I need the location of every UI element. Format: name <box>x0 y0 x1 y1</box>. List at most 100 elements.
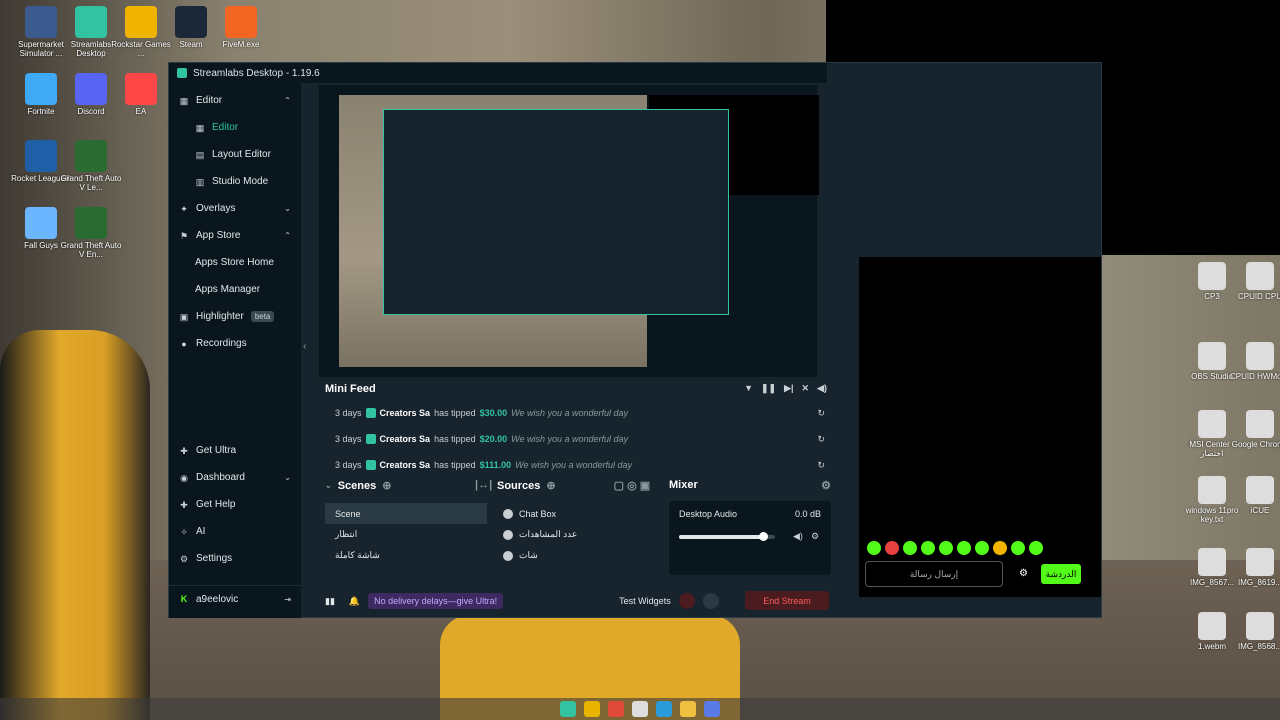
source-item[interactable]: عدد المشاهدات <box>497 524 655 545</box>
sidebar-item-label: Apps Manager <box>195 284 261 295</box>
filter-icon[interactable]: ▼ <box>744 383 753 394</box>
volume-slider-handle[interactable] <box>758 532 768 541</box>
sidebar-item[interactable]: ▤ Layout Editor <box>169 141 301 168</box>
mixer-settings-icon[interactable]: ⚙ <box>821 479 831 492</box>
source-item[interactable]: شات <box>497 545 655 566</box>
desktop-shortcut[interactable]: EA <box>108 73 174 116</box>
scene-item[interactable]: انتظار <box>325 524 487 545</box>
sidebar-item[interactable]: ▥ Studio Mode <box>169 168 301 195</box>
mute-icon[interactable]: ◀) <box>793 531 803 542</box>
chat-send-button[interactable]: الدردشة <box>1041 564 1081 584</box>
feed-time: 3 days <box>335 434 362 444</box>
source-item[interactable]: Chat Box <box>497 503 655 524</box>
help-icon: ✚ <box>180 499 188 510</box>
calendar-taskbar-icon[interactable] <box>632 701 648 717</box>
desktop-shortcut-label: iCUE <box>1250 506 1270 515</box>
desktop-shortcut[interactable]: Google Chrome <box>1230 410 1280 449</box>
emote-icon[interactable] <box>867 541 881 555</box>
sidebar-item[interactable]: ◉ Dashboard ⌄ <box>169 464 301 491</box>
scene-item[interactable]: Scene <box>325 503 487 524</box>
sidebar-item[interactable]: ✚ Get Help <box>169 491 301 518</box>
mute-alerts-icon[interactable]: ✕ <box>802 383 810 394</box>
source-tools-icon[interactable]: ▢ ◎ ▣ <box>614 479 651 492</box>
logout-icon[interactable]: ⇥ <box>284 595 291 604</box>
sidebar-item[interactable]: ✚ Get Ultra <box>169 437 301 464</box>
desktop-shortcut[interactable]: Grand Theft Auto V Le... <box>58 140 124 192</box>
beta-badge: beta <box>250 311 275 322</box>
app-taskbar-icon[interactable] <box>704 701 720 717</box>
sidebar-item[interactable]: ✧ AI <box>169 518 301 545</box>
emote-icon[interactable] <box>921 541 935 555</box>
add-source-icon[interactable]: ⊕ <box>546 479 555 492</box>
supermarket-icon <box>25 6 57 38</box>
add-scene-icon[interactable]: ⊕ <box>382 479 391 492</box>
discord-icon <box>75 73 107 105</box>
emote-icon[interactable] <box>1011 541 1025 555</box>
emote-icon[interactable] <box>885 541 899 555</box>
sidebar-item[interactable]: ⚙ Settings <box>169 545 301 572</box>
scene-transitions-icon[interactable]: |↔| <box>475 479 492 491</box>
chat-icon <box>503 508 513 519</box>
desktop-shortcut[interactable]: CPUID HWMonit <box>1230 342 1280 381</box>
sources-header: Sources ⊕ ▢ ◎ ▣ <box>497 479 651 493</box>
chrome-taskbar-icon[interactable] <box>608 701 624 717</box>
repeat-alert-icon[interactable]: ↻ <box>817 408 825 419</box>
end-stream-button[interactable]: End Stream <box>745 591 829 610</box>
sidebar-item[interactable]: ▦ Editor ⌃ <box>169 87 301 114</box>
sidebar-item[interactable]: ✦ Overlays ⌄ <box>169 195 301 222</box>
desktop-shortcut-label: Google Chrome <box>1231 440 1280 449</box>
feed-action: has tipped <box>434 434 476 444</box>
emote-icon[interactable] <box>903 541 917 555</box>
skip-icon[interactable]: ▶| <box>784 383 793 394</box>
test-widgets-icon[interactable] <box>678 593 695 609</box>
emote-icon[interactable] <box>939 541 953 555</box>
emote-icon[interactable] <box>993 541 1007 555</box>
feed-name: Creators Sa <box>379 460 431 470</box>
pause-icon[interactable]: ❚❚ <box>761 383 776 394</box>
desktop-shortcut[interactable]: iCUE <box>1230 476 1280 515</box>
globe-icon <box>503 529 513 540</box>
sidebar-item-label: App Store <box>196 230 241 241</box>
desktop-shortcut[interactable]: CPUID CPU <box>1230 262 1280 301</box>
sidebar-item[interactable]: ▦ Editor <box>169 114 301 141</box>
notifications-icon[interactable]: 🔔 <box>349 596 360 607</box>
emote-icon[interactable] <box>957 541 971 555</box>
edge-taskbar-icon[interactable] <box>656 701 672 717</box>
desktop-shortcut[interactable]: FiveM.exe <box>208 6 274 49</box>
feed-row: 3 days Creators Sa has tipped $30.00 We wish… <box>319 401 829 425</box>
desktop-shortcut[interactable]: Grand Theft Auto V En... <box>58 207 124 259</box>
chat-input[interactable]: إرسال رسالة <box>865 561 1003 587</box>
feed-message: We wish you a wonderful day <box>515 460 633 470</box>
studio-mode-icon: ▥ <box>195 176 205 187</box>
sidebar-item[interactable]: ● Recordings <box>169 330 301 357</box>
desktop-shortcut[interactable]: IMG_8568... <box>1230 612 1280 651</box>
sidebar-item[interactable]: Apps Manager <box>169 276 301 303</box>
sidebar-item-label: Settings <box>196 553 233 564</box>
chat-settings-icon[interactable]: ⚙ <box>1019 568 1028 579</box>
channel-settings-icon[interactable]: ⚙ <box>811 531 819 542</box>
test-widgets-label[interactable]: Test Widgets <box>619 596 671 606</box>
stats-icon[interactable]: ▮▮ <box>325 596 335 607</box>
collapse-icon[interactable]: ⌄ <box>325 481 332 490</box>
stream-preview[interactable] <box>319 85 819 377</box>
sidebar-item[interactable]: Apps Store Home <box>169 249 301 276</box>
scene-item[interactable]: شاشة كاملة <box>325 545 487 566</box>
repeat-alert-icon[interactable]: ↻ <box>817 460 825 471</box>
sidebar-item[interactable]: ⚑ App Store ⌃ <box>169 222 301 249</box>
replay-icon[interactable] <box>702 593 719 609</box>
emote-icon[interactable] <box>975 541 989 555</box>
chrome-taskbar-icon[interactable] <box>584 701 600 717</box>
ultra-promo-button[interactable]: No delivery delays—give Ultra! <box>368 593 504 609</box>
feed-time: 3 days <box>335 408 362 418</box>
sidebar-item[interactable]: ▣ Highlighter beta <box>169 303 301 330</box>
emote-icon[interactable] <box>1029 541 1043 555</box>
desktop-shortcut[interactable]: IMG_8619... <box>1230 548 1280 587</box>
sidebar-collapse-icon[interactable]: ‹ <box>303 341 306 352</box>
file-icon <box>1198 410 1226 438</box>
volume-icon[interactable]: ◀) <box>817 383 827 394</box>
explorer-taskbar-icon[interactable] <box>680 701 696 717</box>
repeat-alert-icon[interactable]: ↻ <box>817 434 825 445</box>
user-row[interactable]: K a9eelovic ⇥ <box>169 585 301 612</box>
start-icon[interactable] <box>560 701 576 717</box>
volume-slider[interactable] <box>679 532 775 541</box>
